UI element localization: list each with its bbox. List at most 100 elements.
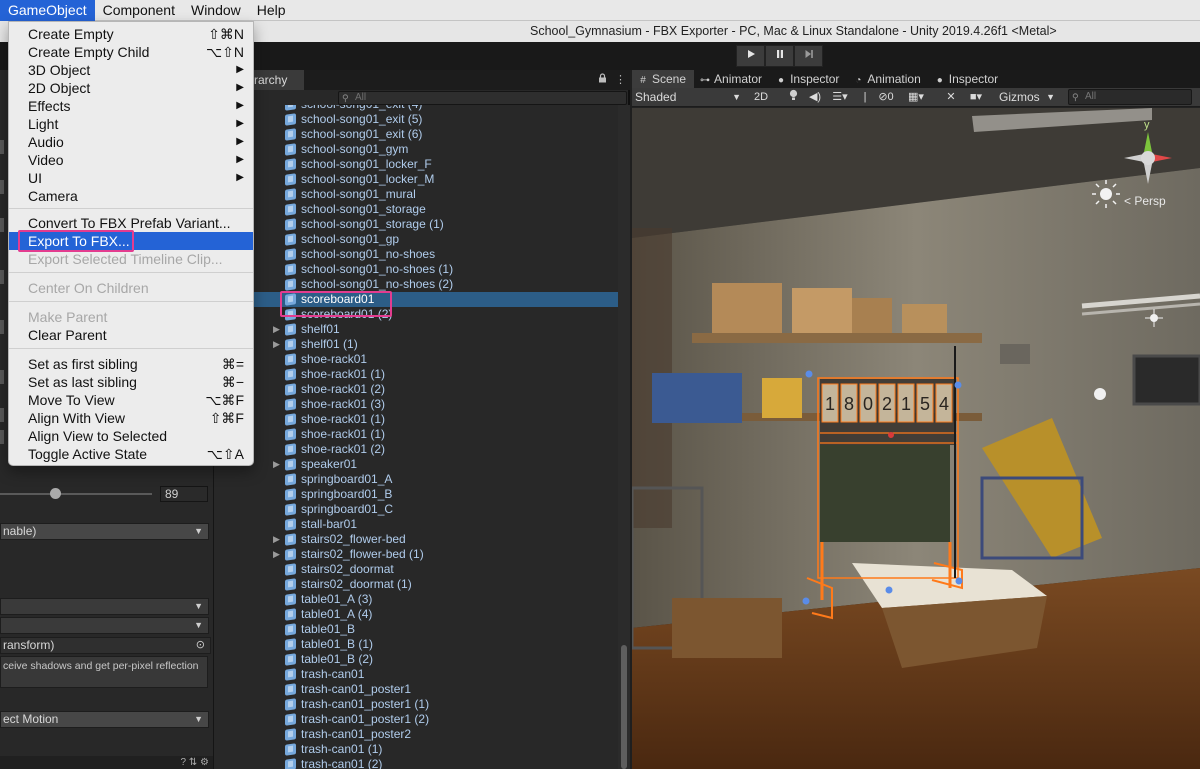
hierarchy-row[interactable]: trash-can01_poster1 (1) [214, 697, 618, 712]
hierarchy-row[interactable]: ▶ speaker01 [214, 457, 618, 472]
hierarchy-row[interactable]: ▶ stairs02_flower-bed [214, 532, 618, 547]
hidden-objects-toggle[interactable]: ⊘0 [872, 89, 900, 106]
hierarchy-row[interactable]: shoe-rack01 (3) [214, 397, 618, 412]
menu-component[interactable]: Component [95, 0, 183, 21]
dropdown-field-empty-2[interactable]: ▼ [0, 617, 209, 634]
hierarchy-row[interactable]: springboard01_B [214, 487, 618, 502]
hierarchy-row[interactable]: school-song01_storage (1) [214, 217, 618, 232]
hierarchy-row[interactable]: school-song01_gym [214, 142, 618, 157]
hierarchy-row[interactable]: table01_B (1) [214, 637, 618, 652]
inspector-footer-icons[interactable]: ? ⇅ ⚙ [0, 756, 213, 769]
hierarchy-row[interactable]: shoe-rack01 (1) [214, 427, 618, 442]
lock-icon[interactable] [598, 73, 607, 86]
hierarchy-row[interactable]: shoe-rack01 (1) [214, 367, 618, 382]
hierarchy-row[interactable]: trash-can01 (1) [214, 742, 618, 757]
hierarchy-row[interactable]: springboard01_A [214, 472, 618, 487]
hierarchy-row[interactable]: table01_A (3) [214, 592, 618, 607]
bounds-handle[interactable] [885, 586, 893, 594]
tab-scene[interactable]: # Scene [632, 70, 695, 88]
menu-item-camera[interactable]: Camera [9, 187, 253, 205]
menu-item-effects[interactable]: Effects ▶ [9, 97, 253, 115]
hierarchy-row[interactable]: trash-can01 [214, 667, 618, 682]
2d-toggle-button[interactable]: 2D [750, 89, 772, 106]
menu-item-ui[interactable]: UI ▶ [9, 169, 253, 187]
menu-item-create-empty[interactable]: Create Empty ⇧⌘N [9, 25, 253, 43]
menu-item-set-as-first-sibling[interactable]: Set as first sibling ⌘= [9, 355, 253, 373]
effects-toggle-icon[interactable]: ☰▾ [828, 89, 852, 106]
hierarchy-row[interactable]: school-song01_exit (5) [214, 112, 618, 127]
hierarchy-row[interactable]: shoe-rack01 [214, 352, 618, 367]
menu-item-3d-object[interactable]: 3D Object ▶ [9, 61, 253, 79]
expand-arrow-icon[interactable]: ▶ [273, 532, 280, 547]
bounds-handle[interactable] [954, 381, 962, 389]
hierarchy-row[interactable]: ▶ shelf01 [214, 322, 618, 337]
step-button[interactable] [794, 45, 823, 67]
camera-settings-icon[interactable]: ■▾ [964, 89, 988, 106]
menu-item-2d-object[interactable]: 2D Object ▶ [9, 79, 253, 97]
audio-toggle-icon[interactable]: ◀) [806, 89, 824, 106]
perspective-label[interactable]: < Persp [1124, 194, 1166, 208]
tools-icon[interactable]: ✕ [942, 89, 960, 106]
menu-item-align-view-to-selected[interactable]: Align View to Selected [9, 427, 253, 445]
hierarchy-row[interactable]: table01_A (4) [214, 607, 618, 622]
expand-arrow-icon[interactable]: ▶ [273, 547, 280, 562]
scrollbar-thumb[interactable] [621, 645, 627, 769]
menu-item-toggle-active-state[interactable]: Toggle Active State ⌥⇧A [9, 445, 253, 463]
hierarchy-row[interactable]: stairs02_doormat [214, 562, 618, 577]
shading-mode-dropdown[interactable]: Shaded ▼ [632, 89, 744, 106]
tab-inspector[interactable]: ● Inspector [770, 70, 847, 88]
expand-arrow-icon[interactable]: ▶ [273, 322, 280, 337]
hierarchy-row[interactable]: shoe-rack01 (2) [214, 382, 618, 397]
tab-animator[interactable]: ⊶ Animator [694, 70, 770, 88]
tab-inspector-2[interactable]: ● Inspector [929, 70, 1006, 88]
audio-source-icon[interactable] [1094, 388, 1106, 400]
hierarchy-row[interactable]: school-song01_no-shoes (2) [214, 277, 618, 292]
hierarchy-search-input[interactable]: ⚲ All [338, 91, 627, 105]
menu-item-clear-parent[interactable]: Clear Parent [9, 326, 253, 344]
hierarchy-row[interactable]: trash-can01 (2) [214, 757, 618, 769]
dropdown-field-motion[interactable]: ect Motion ▼ [0, 711, 209, 728]
hierarchy-row[interactable]: trash-can01_poster1 [214, 682, 618, 697]
lighting-toggle-icon[interactable] [784, 89, 802, 106]
menu-item-video[interactable]: Video ▶ [9, 151, 253, 169]
menu-item-create-empty-child[interactable]: Create Empty Child ⌥⇧N [9, 43, 253, 61]
hierarchy-row[interactable]: school-song01_no-shoes [214, 247, 618, 262]
bounds-handle[interactable] [802, 597, 810, 605]
hierarchy-row[interactable]: scoreboard01 (2) [214, 307, 618, 322]
hierarchy-row[interactable]: school-song01_exit (4) [214, 105, 618, 112]
scene-search-input[interactable]: ⚲ All [1068, 89, 1192, 105]
hierarchy-row[interactable]: school-song01_gp [214, 232, 618, 247]
hierarchy-row[interactable]: school-song01_storage [214, 202, 618, 217]
hierarchy-row[interactable]: school-song01_no-shoes (1) [214, 262, 618, 277]
scene-viewport[interactable]: 1802154 y < Persp [632, 108, 1200, 769]
dropdown-field-1[interactable]: nable) ▼ [0, 523, 209, 540]
expand-arrow-icon[interactable]: ▶ [273, 457, 280, 472]
hierarchy-row[interactable]: school-song01_mural [214, 187, 618, 202]
value-slider-track[interactable] [0, 493, 152, 495]
panel-menu-icon[interactable]: ⋮ [615, 73, 626, 86]
hierarchy-row[interactable]: springboard01_C [214, 502, 618, 517]
hierarchy-row[interactable]: trash-can01_poster2 [214, 727, 618, 742]
hierarchy-row[interactable]: shoe-rack01 (1) [214, 412, 618, 427]
hierarchy-row[interactable]: stairs02_doormat (1) [214, 577, 618, 592]
hierarchy-row[interactable]: school-song01_exit (6) [214, 127, 618, 142]
hierarchy-row[interactable]: table01_B [214, 622, 618, 637]
hierarchy-row[interactable]: table01_B (2) [214, 652, 618, 667]
expand-arrow-icon[interactable]: ▶ [273, 337, 280, 352]
hierarchy-row[interactable]: school-song01_locker_M [214, 172, 618, 187]
target-icon[interactable]: ⊙ [196, 638, 205, 653]
menu-item-align-with-view[interactable]: Align With View ⇧⌘F [9, 409, 253, 427]
hierarchy-row[interactable]: scoreboard01 [214, 292, 618, 307]
hierarchy-row[interactable]: school-song01_locker_F [214, 157, 618, 172]
hierarchy-scrollbar[interactable] [618, 105, 630, 769]
menu-item-set-as-last-sibling[interactable]: Set as last sibling ⌘− [9, 373, 253, 391]
hierarchy-row[interactable]: trash-can01_poster1 (2) [214, 712, 618, 727]
hierarchy-row[interactable]: stall-bar01 [214, 517, 618, 532]
hierarchy-row[interactable]: shoe-rack01 (2) [214, 442, 618, 457]
dropdown-field-empty-1[interactable]: ▼ [0, 598, 209, 615]
menu-help[interactable]: Help [249, 0, 294, 21]
hierarchy-row[interactable]: ▶ stairs02_flower-bed (1) [214, 547, 618, 562]
value-number-field[interactable]: 89 [160, 486, 208, 502]
menu-item-audio[interactable]: Audio ▶ [9, 133, 253, 151]
value-slider-handle[interactable] [50, 488, 61, 499]
